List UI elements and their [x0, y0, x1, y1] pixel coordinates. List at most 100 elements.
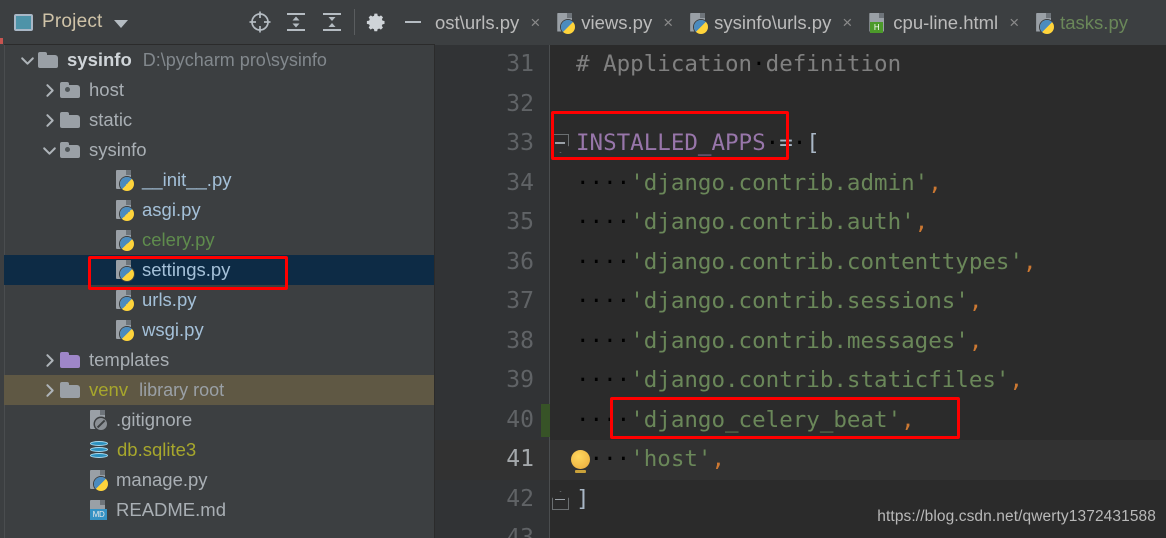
code-token: , [1009, 367, 1024, 393]
editor-gutter[interactable]: 31 32 33 34 35 36 37 38 39 40 41 42 43 [435, 45, 550, 538]
code-line[interactable]: ····'django.contrib.auth', [550, 203, 1166, 243]
editor-tab-ost-urls-py[interactable]: ost\urls.py × [435, 0, 549, 45]
code-token: 'django.contrib.auth' [630, 209, 915, 235]
tree-item-wsgi-py[interactable]: wsgi.py [0, 315, 434, 345]
top-strip: Project ost\urls.py × views.py × sysinfo… [0, 0, 1166, 45]
code-fold-collapse-icon[interactable] [552, 134, 569, 153]
editor-tab-tasks-py[interactable]: tasks.py [1028, 0, 1137, 45]
code-token: definition [765, 51, 902, 77]
code-line[interactable]: ····'host', [550, 440, 1166, 480]
chevron-right-icon[interactable] [38, 82, 60, 99]
project-title: Project [42, 11, 103, 32]
chevron-right-icon[interactable] [38, 112, 60, 129]
code-token: ···· [576, 169, 631, 196]
window-left-edge [0, 0, 4, 538]
code-fold-end-icon[interactable] [552, 491, 569, 510]
line-number: 35 [506, 209, 534, 235]
tab-close-icon[interactable]: × [530, 13, 540, 33]
tree-item-templates[interactable]: templates [0, 345, 434, 375]
expand-all-button[interactable] [278, 4, 314, 40]
editor-code-area[interactable]: # Application·definition INSTALLED_APPS·… [550, 45, 1166, 538]
settings-button[interactable] [359, 4, 395, 40]
markdown-file-icon: MD [90, 500, 107, 520]
tree-item-label: sysinfo [89, 139, 147, 160]
folder-icon [38, 52, 58, 68]
tree-item-label: sysinfo [67, 49, 132, 70]
code-editor[interactable]: 31 32 33 34 35 36 37 38 39 40 41 42 43 # Application… [435, 45, 1166, 538]
chevron-right-icon[interactable] [38, 352, 60, 369]
intention-bulb-icon[interactable] [571, 450, 590, 473]
line-number: 34 [506, 169, 534, 196]
line-number: 36 [506, 248, 534, 275]
tree-item-sysinfo[interactable]: sysinfo [0, 135, 434, 165]
tree-item-label: venv [89, 379, 129, 400]
code-token: ] [576, 485, 590, 512]
tree-item-static[interactable]: static [0, 105, 434, 135]
code-line[interactable]: ····'django.contrib.admin', [550, 164, 1166, 204]
code-token: ···· [576, 209, 631, 235]
code-token: · [792, 130, 807, 156]
tree-item-venv[interactable]: venv library root [0, 375, 434, 405]
left-edge-marker [0, 38, 3, 44]
project-tree[interactable]: sysinfo D:\pycharm pro\sysinfo host static s… [0, 45, 435, 538]
main-body: sysinfo D:\pycharm pro\sysinfo host static s… [0, 45, 1166, 538]
code-line[interactable] [550, 85, 1166, 125]
tab-label: sysinfo\urls.py [714, 11, 832, 33]
chevron-down-icon[interactable] [113, 20, 128, 28]
tree-item-suffix: library root [139, 379, 225, 400]
chevron-right-icon[interactable] [38, 382, 60, 399]
python-file-icon [116, 170, 134, 191]
gear-icon [366, 13, 385, 31]
crosshair-target-icon [249, 11, 271, 33]
code-line[interactable]: # Application·definition [550, 45, 1166, 85]
code-line[interactable]: ····'django_celery_beat', [550, 401, 1166, 441]
project-tree-list: sysinfo D:\pycharm pro\sysinfo host static s… [0, 45, 434, 525]
tab-close-icon[interactable]: × [842, 13, 852, 33]
tree-item-sysinfo[interactable]: sysinfo D:\pycharm pro\sysinfo [0, 45, 434, 75]
chevron-down-icon[interactable] [16, 52, 38, 69]
code-token: [ [806, 130, 820, 156]
hide-toolwindow-button[interactable] [395, 4, 431, 40]
tree-item-label: __init__.py [142, 169, 232, 190]
tree-item-celery-py[interactable]: celery.py [0, 225, 434, 255]
tree-item-__init__-py[interactable]: __init__.py [0, 165, 434, 195]
python-file-icon [116, 230, 134, 251]
tree-item--gitignore[interactable]: .gitignore [0, 405, 434, 435]
code-line[interactable]: INSTALLED_APPS·=·[ [550, 124, 1166, 164]
code-token: ···· [576, 367, 631, 393]
tab-close-icon[interactable]: × [1009, 13, 1019, 33]
tree-item-host[interactable]: host [0, 75, 434, 105]
tree-item-urls-py[interactable]: urls.py [0, 285, 434, 315]
tree-item-readme-md[interactable]: MD README.md [0, 495, 434, 525]
editor-tab-cpu-line-html[interactable]: Hcpu-line.html × [861, 0, 1028, 45]
code-line[interactable]: ····'django.contrib.messages', [550, 322, 1166, 362]
editor-tab-views-py[interactable]: views.py × [549, 0, 682, 45]
tree-item-settings-py[interactable]: settings.py [0, 255, 434, 285]
tab-label: cpu-line.html [893, 11, 999, 33]
watermark: https://blog.csdn.net/qwerty1372431588 [877, 508, 1156, 525]
code-token: , [1023, 248, 1037, 275]
tree-item-db-sqlite3[interactable]: db.sqlite3 [0, 435, 434, 465]
code-token: 'host' [630, 446, 712, 472]
python-file-icon [116, 320, 134, 341]
tree-item-asgi-py[interactable]: asgi.py [0, 195, 434, 225]
tree-item-label: manage.py [116, 469, 208, 490]
tab-close-icon[interactable]: × [663, 13, 673, 33]
folder-icon [60, 382, 80, 398]
chevron-down-icon[interactable] [38, 142, 60, 159]
code-token: ···· [576, 288, 631, 314]
code-line[interactable]: ····'django.contrib.contenttypes', [550, 243, 1166, 283]
locate-file-button[interactable] [242, 4, 278, 40]
python-file-icon [690, 12, 709, 34]
tree-item-label: db.sqlite3 [117, 439, 197, 460]
tree-item-manage-py[interactable]: manage.py [0, 465, 434, 495]
tree-item-label: settings.py [142, 259, 231, 280]
editor-tab-sysinfo-urls-py[interactable]: sysinfo\urls.py × [682, 0, 861, 45]
code-line[interactable]: ····'django.contrib.sessions', [550, 282, 1166, 322]
project-title-group[interactable]: Project [14, 11, 128, 33]
collapse-all-button[interactable] [314, 4, 350, 40]
code-token: ···· [576, 327, 631, 354]
collapse-all-icon [323, 13, 341, 31]
tree-item-label: static [89, 109, 133, 130]
code-line[interactable]: ····'django.contrib.staticfiles', [550, 361, 1166, 401]
